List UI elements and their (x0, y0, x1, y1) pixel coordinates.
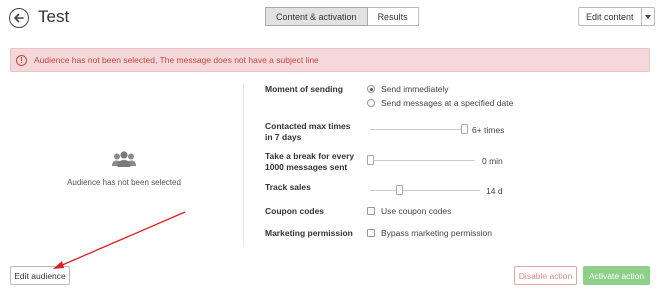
track-sales-slider-handle[interactable] (395, 185, 403, 195)
use-coupon-codes-label: Use coupon codes (381, 206, 452, 216)
send-immediately-option[interactable]: Send immediately (367, 84, 449, 94)
edit-audience-button[interactable]: Edit audience (10, 266, 70, 285)
take-break-value: 0 min (482, 156, 503, 166)
edit-content-split-button: Edit content (578, 7, 655, 26)
contacted-max-value: 6+ times (472, 125, 505, 135)
annotation-arrow (53, 211, 186, 269)
bypass-marketing-permission-label: Bypass marketing permission (381, 228, 493, 238)
edit-content-button[interactable]: Edit content (579, 8, 641, 25)
alert-text: Audience has not been selected, The mess… (34, 55, 319, 65)
tab-content-activation[interactable]: Content & activation (265, 7, 368, 26)
chevron-down-icon (644, 14, 651, 19)
marketing-permission-label: Marketing permission (265, 228, 353, 238)
contacted-max-slider-track (370, 129, 468, 130)
track-sales-value: 14 d (486, 186, 503, 196)
contacted-max-label: Contacted max times in 7 days (265, 121, 351, 142)
track-sales-slider-track (370, 190, 480, 191)
audience-empty-message: Audience has not been selected (67, 178, 181, 187)
disable-action-button[interactable]: Disable action (514, 266, 577, 285)
activate-action-button[interactable]: Activate action (583, 266, 650, 285)
bypass-marketing-permission-checkbox[interactable] (367, 229, 375, 237)
bypass-marketing-permission-option[interactable]: Bypass marketing permission (367, 228, 492, 238)
coupon-codes-label: Coupon codes (265, 206, 325, 216)
track-sales-label: Track sales (265, 182, 311, 192)
panel-divider (243, 84, 244, 247)
back-button[interactable] (9, 8, 29, 28)
view-tabs: Content & activation Results (265, 7, 419, 26)
contacted-max-slider-handle[interactable] (461, 124, 468, 134)
moment-of-sending-label: Moment of sending (265, 84, 343, 94)
send-at-date-radio[interactable] (367, 99, 375, 107)
take-break-label: Take a break for every 1000 messages sen… (265, 151, 355, 172)
send-immediately-radio[interactable] (367, 85, 375, 93)
exclamation-circle-icon: ! (16, 54, 27, 66)
use-coupon-codes-option[interactable]: Use coupon codes (367, 206, 451, 216)
send-immediately-label: Send immediately (381, 84, 449, 94)
edit-content-dropdown-toggle[interactable] (640, 8, 654, 25)
send-at-date-option[interactable]: Send messages at a specified date (367, 98, 513, 108)
arrow-left-icon (14, 13, 24, 23)
use-coupon-codes-checkbox[interactable] (367, 207, 375, 215)
send-at-date-label: Send messages at a specified date (381, 98, 514, 108)
take-break-slider-track (370, 160, 475, 161)
tab-results[interactable]: Results (367, 7, 419, 26)
users-icon (112, 151, 136, 167)
take-break-slider-handle[interactable] (367, 155, 374, 165)
page-title: Test (38, 7, 70, 26)
error-alert: ! Audience has not been selected, The me… (10, 48, 650, 72)
